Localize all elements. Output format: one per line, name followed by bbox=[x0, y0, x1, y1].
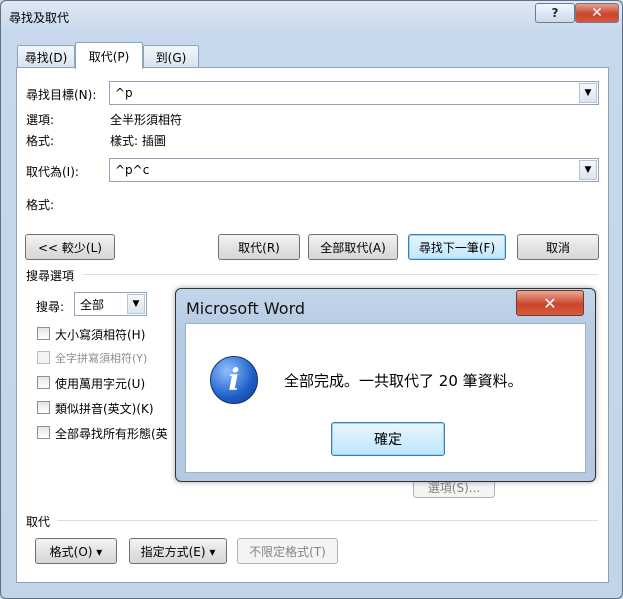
format-button[interactable]: 格式(O) ▾ bbox=[35, 538, 117, 564]
options-value: 全半形須相符 bbox=[110, 113, 183, 127]
message-dialog: Microsoft Word ✕ i 全部完成。一共取代了 20 筆資料。 確定 bbox=[175, 288, 596, 482]
tab-label: 到(G) bbox=[155, 50, 187, 65]
replace-all-button[interactable]: 全部取代(A) bbox=[308, 234, 398, 260]
checkbox-label: 全部尋找所有形態(英 bbox=[55, 427, 168, 441]
find-format-value: 樣式: 插圖 bbox=[110, 134, 166, 148]
tab-label: 取代(P) bbox=[88, 49, 130, 64]
dropdown-arrow-icon[interactable]: ▼ bbox=[127, 294, 145, 314]
replace-input[interactable]: ^p^c bbox=[110, 163, 579, 177]
dialog-body: i 全部完成。一共取代了 20 筆資料。 確定 bbox=[185, 323, 586, 473]
search-direction-select[interactable]: 全部 ▼ bbox=[74, 292, 147, 316]
search-direction-value[interactable]: 全部 bbox=[75, 296, 127, 313]
separator bbox=[57, 520, 598, 521]
dropdown-arrow-icon[interactable]: ▼ bbox=[579, 160, 597, 180]
replace-combo[interactable]: ^p^c ▼ bbox=[109, 158, 599, 182]
replace-button[interactable]: 取代(R) bbox=[218, 234, 300, 260]
tab-replace[interactable]: 取代(P) bbox=[75, 42, 143, 69]
search-options-heading: 搜尋選項 bbox=[26, 269, 75, 283]
find-input[interactable]: ^p bbox=[110, 86, 579, 100]
dialog-title: Microsoft Word bbox=[186, 299, 306, 318]
dialog-message: 全部完成。一共取代了 20 筆資料。 bbox=[284, 372, 523, 390]
replace-section-heading: 取代 bbox=[26, 515, 51, 529]
checkbox-label: 類似拼音(英文)(K) bbox=[55, 402, 154, 416]
no-formatting-button: 不限定格式(T) bbox=[237, 538, 338, 564]
checkbox-label: 全字拼寫須相符(Y) bbox=[55, 352, 148, 365]
search-direction-label: 搜尋: bbox=[36, 300, 65, 314]
help-button[interactable]: ? bbox=[535, 3, 575, 23]
checkbox[interactable] bbox=[37, 426, 50, 439]
tab-label: 尋找(D) bbox=[24, 50, 68, 65]
dialog-close-button[interactable]: ✕ bbox=[516, 290, 584, 316]
dropdown-arrow-icon[interactable]: ▼ bbox=[579, 83, 597, 103]
special-button[interactable]: 指定方式(E) ▾ bbox=[129, 538, 227, 564]
separator bbox=[83, 274, 598, 275]
close-button[interactable]: ✕ bbox=[575, 3, 619, 23]
tab-find[interactable]: 尋找(D) bbox=[17, 45, 75, 68]
find-format-label: 格式: bbox=[26, 134, 55, 148]
checkbox-label: 大小寫須相符(H) bbox=[55, 328, 146, 342]
find-combo[interactable]: ^p ▼ bbox=[109, 81, 599, 105]
options-label: 選項: bbox=[26, 113, 55, 127]
checkbox[interactable] bbox=[37, 327, 50, 340]
replace-label: 取代為(I): bbox=[26, 165, 79, 179]
checkbox[interactable] bbox=[37, 401, 50, 414]
replace-format-label: 格式: bbox=[26, 198, 55, 212]
less-button[interactable]: << 較少(L) bbox=[25, 234, 115, 260]
tab-goto[interactable]: 到(G) bbox=[143, 45, 199, 68]
ok-button[interactable]: 確定 bbox=[331, 422, 445, 456]
checkbox[interactable] bbox=[37, 376, 50, 389]
cancel-button[interactable]: 取消 bbox=[517, 234, 599, 260]
find-label: 尋找目標(N): bbox=[26, 88, 97, 102]
checkbox-label: 使用萬用字元(U) bbox=[55, 377, 146, 391]
window-title: 尋找及取代 bbox=[9, 11, 70, 25]
checkbox bbox=[37, 351, 50, 364]
info-icon: i bbox=[210, 356, 258, 404]
find-next-button[interactable]: 尋找下一筆(F) bbox=[408, 234, 506, 260]
